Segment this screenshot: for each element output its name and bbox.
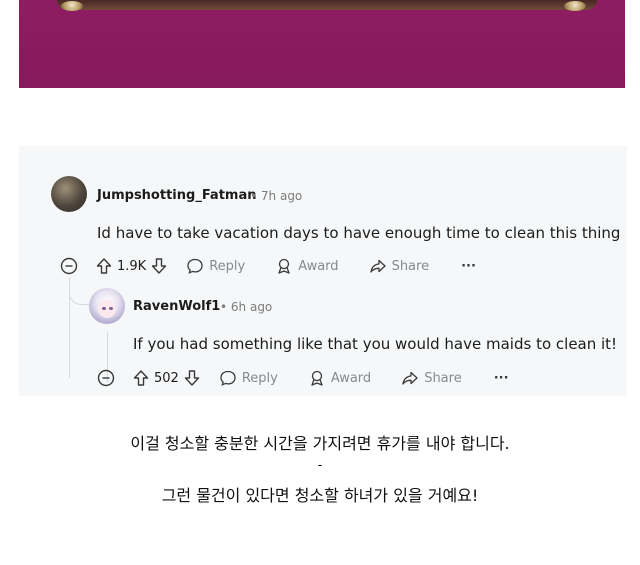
share-label: Share	[424, 370, 462, 386]
share-button[interactable]: Share	[401, 369, 462, 387]
reply-button[interactable]: Reply	[219, 369, 278, 387]
caption-line-1: 이걸 청소할 충분한 시간을 가지려면 휴가를 내야 합니다.	[130, 434, 510, 453]
more-options-button[interactable]: ···	[461, 259, 476, 274]
comment2-actions: 502 Reply Award Share ···	[97, 369, 509, 387]
tray-foot-left	[61, 1, 83, 11]
award-icon	[275, 257, 293, 275]
thread-connector	[69, 284, 90, 305]
comment2-vote-count: 502	[154, 370, 179, 386]
post-image	[19, 0, 625, 88]
downvote-icon	[183, 369, 201, 387]
more-dots-icon: ···	[493, 370, 509, 386]
tray-edge	[57, 0, 597, 10]
upvote-icon	[132, 369, 150, 387]
comment1-actions: 1.9K Reply Award Share ···	[60, 257, 476, 275]
meta-separator: •	[250, 189, 258, 203]
award-label: Award	[330, 370, 372, 386]
award-button[interactable]: Award	[275, 257, 339, 275]
upvote-icon	[95, 257, 113, 275]
award-icon	[308, 369, 326, 387]
comment1-time: 7h ago	[260, 189, 303, 203]
comment2-time: 6h ago	[230, 300, 273, 314]
meta-separator: •	[220, 300, 228, 314]
more-options-button[interactable]: ···	[494, 371, 509, 386]
share-arrow-icon	[401, 369, 419, 387]
downvote-icon	[150, 257, 168, 275]
caption-separator: -	[317, 458, 323, 473]
avatar-eye-right	[109, 307, 113, 310]
comment2-text: If you had something like that you would…	[133, 335, 618, 353]
collapse-icon[interactable]	[60, 257, 78, 275]
comment1-username[interactable]: Jumpshotting_Fatman	[97, 188, 257, 203]
downvote-button[interactable]	[150, 257, 168, 275]
comment1-vote-count: 1.9K	[117, 258, 147, 274]
avatar-face	[98, 300, 116, 318]
reply-bubble-icon	[186, 257, 204, 275]
reply-bubble-icon	[219, 369, 237, 387]
reply-button[interactable]: Reply	[186, 257, 245, 275]
collapse-icon[interactable]	[97, 369, 115, 387]
upvote-button[interactable]	[132, 369, 150, 387]
more-dots-icon: ···	[461, 258, 476, 274]
downvote-button[interactable]	[183, 369, 201, 387]
comment1-text: Id have to take vacation days to have en…	[97, 224, 621, 242]
award-label: Award	[298, 258, 339, 274]
reply-label: Reply	[241, 370, 278, 386]
comment2-meta: • 6h ago	[220, 300, 272, 314]
avatar-eye-left	[102, 307, 106, 310]
avatar-jumpshotting-fatman[interactable]	[51, 176, 87, 212]
reply-label: Reply	[209, 258, 246, 274]
tray-foot-right	[564, 1, 586, 11]
comment-thread: Jumpshotting_Fatman • 7h ago Id have to …	[19, 146, 627, 396]
comment1-meta: • 7h ago	[250, 189, 302, 203]
comment2-username[interactable]: RavenWolf1	[133, 299, 220, 314]
upvote-button[interactable]	[95, 257, 113, 275]
caption-line-2: 그런 물건이 있다면 청소할 하녀가 있을 거예요!	[161, 486, 479, 505]
award-button[interactable]: Award	[308, 369, 371, 387]
avatar-ravenwolf1[interactable]	[89, 288, 125, 324]
share-arrow-icon	[369, 257, 387, 275]
share-button[interactable]: Share	[369, 257, 430, 275]
share-label: Share	[391, 258, 430, 274]
